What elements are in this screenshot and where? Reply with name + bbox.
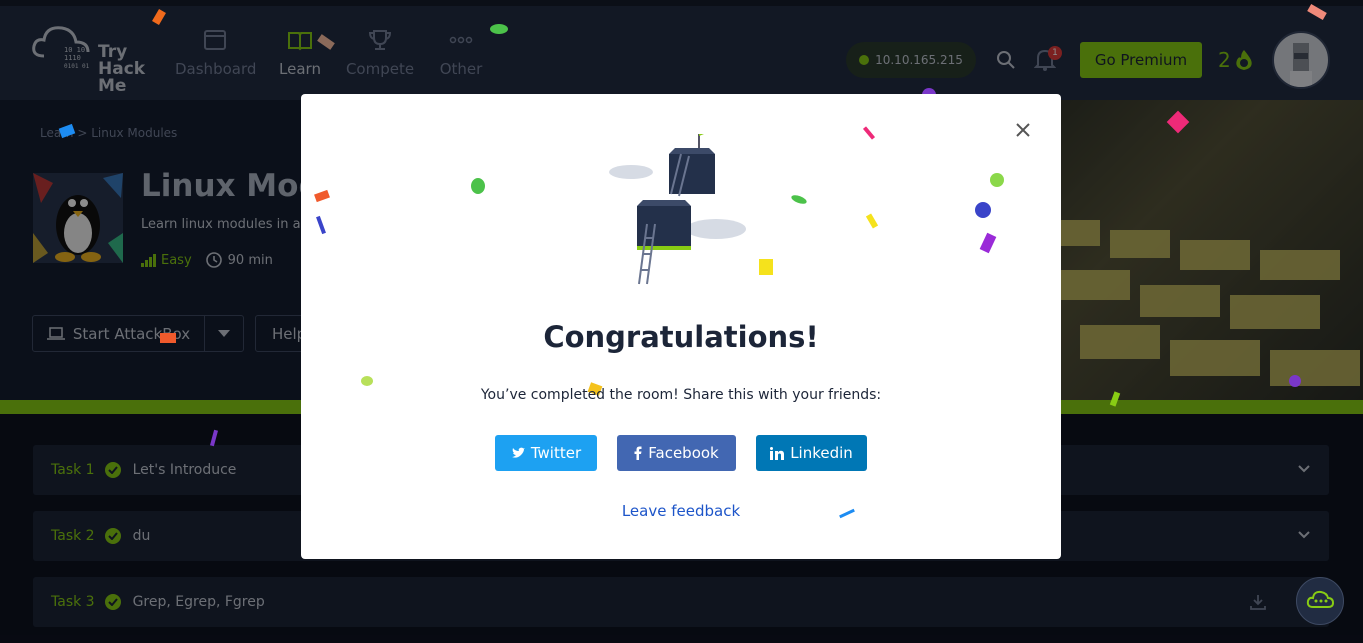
close-icon[interactable] [1015, 122, 1031, 138]
confetti [865, 213, 879, 229]
linkedin-icon [770, 446, 785, 460]
app-root: 10 10 1110 0101 01 Try Hack Me Dashboard… [0, 0, 1363, 643]
confetti [862, 126, 876, 140]
confetti [361, 376, 373, 386]
twitter-icon [511, 447, 525, 458]
congratulations-modal: Congratulations! You’ve completed the ro… [301, 94, 1061, 559]
leave-feedback-link[interactable]: Leave feedback [301, 502, 1061, 520]
confetti [979, 232, 997, 254]
confetti [316, 215, 326, 235]
share-linkedin-button[interactable]: Linkedin [756, 435, 867, 471]
share-twitter-button[interactable]: Twitter [495, 435, 597, 471]
confetti [790, 193, 808, 206]
facebook-icon [634, 446, 642, 460]
confetti [990, 173, 1004, 187]
twitter-label: Twitter [530, 444, 582, 462]
chat-support-button[interactable] [1296, 577, 1344, 625]
chat-cloud-icon [1306, 590, 1334, 608]
facebook-label: Facebook [648, 444, 719, 462]
share-message: You’ve completed the room! Share this wi… [480, 387, 882, 403]
confetti [975, 202, 991, 218]
celebration-illustration [609, 134, 746, 285]
confetti [314, 189, 330, 203]
confetti [471, 178, 485, 194]
modal-title: Congratulations! [543, 320, 819, 354]
share-facebook-button[interactable]: Facebook [617, 435, 736, 471]
linkedin-label: Linkedin [790, 444, 853, 462]
